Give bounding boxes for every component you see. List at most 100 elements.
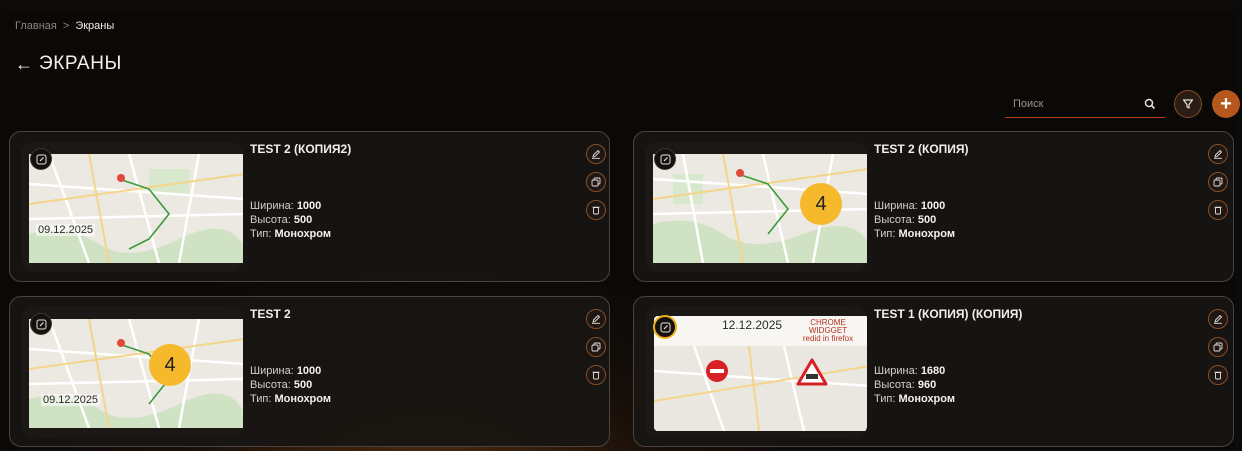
screen-props: Ширина: 1680 Высота: 960 Тип: Монохром xyxy=(874,364,955,406)
copy-button[interactable] xyxy=(1208,337,1228,357)
edit-button[interactable] xyxy=(1208,309,1228,329)
width-value: 1680 xyxy=(920,365,946,377)
screen-preview: 12.12.2025 CHROME WIDGGET redid in firef… xyxy=(645,307,867,437)
edit-icon xyxy=(660,154,670,164)
type-value: Монохром xyxy=(898,393,955,405)
delete-button[interactable] xyxy=(586,365,606,385)
preview-note: CHROME WIDGGET redid in firefox xyxy=(800,319,856,343)
copy-button[interactable] xyxy=(586,172,606,192)
height-label: Высота: xyxy=(874,379,915,391)
trash-icon xyxy=(592,206,600,215)
screen-preview: 09.12.2025 xyxy=(21,142,243,272)
screen-props: Ширина: 1000 Высота: 500 Тип: Монохром xyxy=(250,199,331,241)
width-label: Ширина: xyxy=(250,200,294,212)
edit-preview-button[interactable] xyxy=(654,148,676,170)
screen-card[interactable]: 09.12.2025 4 TEST 2 Ширина: 1000 Высота:… xyxy=(9,296,610,447)
search-box xyxy=(1005,91,1165,118)
screens-page: Главная > Экраны ← ЭКРАНЫ + xyxy=(6,11,1240,451)
breadcrumb-home[interactable]: Главная xyxy=(15,20,57,32)
preview-date: 09.12.2025 xyxy=(36,224,96,236)
width-label: Ширина: xyxy=(874,365,918,377)
type-label: Тип: xyxy=(874,393,896,405)
screen-props: Ширина: 1000 Высота: 500 Тип: Монохром xyxy=(250,364,331,406)
edit-button[interactable] xyxy=(1208,144,1228,164)
breadcrumb-current: Экраны xyxy=(75,20,115,32)
pencil-icon xyxy=(592,149,601,159)
height-value: 500 xyxy=(917,214,937,226)
edit-button[interactable] xyxy=(586,309,606,329)
preview-badge: 4 xyxy=(149,344,191,386)
screen-preview: 4 xyxy=(645,142,867,272)
screen-title: TEST 2 (КОПИЯ2) xyxy=(250,142,352,156)
type-value: Монохром xyxy=(898,228,955,240)
height-value: 960 xyxy=(917,379,937,391)
copy-icon xyxy=(1213,342,1223,352)
delete-button[interactable] xyxy=(586,200,606,220)
edit-icon xyxy=(36,154,46,164)
pencil-icon xyxy=(592,314,601,324)
trash-icon xyxy=(1214,206,1222,215)
plus-icon: + xyxy=(1220,92,1232,115)
type-value: Монохром xyxy=(274,228,331,240)
screen-card[interactable]: 09.12.2025 TEST 2 (КОПИЯ2) Ширина: 1000 … xyxy=(9,131,610,282)
type-label: Тип: xyxy=(250,393,272,405)
copy-icon xyxy=(1213,177,1223,187)
width-value: 1000 xyxy=(296,200,322,212)
map-preview: 09.12.2025 xyxy=(29,154,243,263)
height-label: Высота: xyxy=(250,379,291,391)
arrow-left-icon[interactable]: ← xyxy=(15,55,33,73)
height-label: Высота: xyxy=(250,214,291,226)
width-label: Ширина: xyxy=(874,200,918,212)
map-image xyxy=(29,154,243,263)
type-label: Тип: xyxy=(874,228,896,240)
screen-card[interactable]: 4 TEST 2 (КОПИЯ) Ширина: 1000 Высота: 50… xyxy=(633,131,1234,282)
screen-title: TEST 2 (КОПИЯ) xyxy=(874,142,969,156)
screen-props: Ширина: 1000 Высота: 500 Тип: Монохром xyxy=(874,199,955,241)
search-input[interactable] xyxy=(1005,97,1145,111)
search-icon[interactable] xyxy=(1143,97,1157,111)
delete-button[interactable] xyxy=(1208,365,1228,385)
edit-preview-button[interactable] xyxy=(30,148,52,170)
edit-preview-button[interactable] xyxy=(30,313,52,335)
map-preview: 09.12.2025 4 xyxy=(29,319,243,428)
page-header: ← ЭКРАНЫ xyxy=(15,53,122,75)
pencil-icon xyxy=(1214,314,1223,324)
add-screen-button[interactable]: + xyxy=(1212,90,1240,118)
copy-icon xyxy=(591,342,601,352)
type-label: Тип: xyxy=(250,228,272,240)
delete-button[interactable] xyxy=(1208,200,1228,220)
filter-icon xyxy=(1182,99,1194,109)
screen-card[interactable]: 12.12.2025 CHROME WIDGGET redid in firef… xyxy=(633,296,1234,447)
breadcrumb: Главная > Экраны xyxy=(15,20,114,32)
preview-date: 09.12.2025 xyxy=(41,394,101,406)
trash-icon xyxy=(592,371,600,380)
edit-preview-button[interactable] xyxy=(653,315,677,339)
edit-button[interactable] xyxy=(586,144,606,164)
note-line: redid in firefox xyxy=(802,334,854,343)
page-title: ЭКРАНЫ xyxy=(39,53,122,74)
edit-icon xyxy=(36,319,46,329)
trash-icon xyxy=(1214,371,1222,380)
preview-badge: 4 xyxy=(800,183,842,225)
map-preview: 4 xyxy=(653,154,867,263)
width-value: 1000 xyxy=(920,200,946,212)
map-preview: 12.12.2025 CHROME WIDGGET redid in firef… xyxy=(654,316,867,431)
width-label: Ширина: xyxy=(250,365,294,377)
screen-preview: 09.12.2025 4 xyxy=(21,307,243,437)
map-image xyxy=(29,319,243,428)
copy-icon xyxy=(591,177,601,187)
edit-icon xyxy=(660,322,670,332)
width-value: 1000 xyxy=(296,365,322,377)
breadcrumb-separator: > xyxy=(62,20,70,32)
filter-button[interactable] xyxy=(1174,90,1202,118)
height-value: 500 xyxy=(293,214,313,226)
height-value: 500 xyxy=(293,379,313,391)
type-value: Монохром xyxy=(274,393,331,405)
height-label: Высота: xyxy=(874,214,915,226)
screen-title: TEST 1 (КОПИЯ) (КОПИЯ) xyxy=(874,307,1023,321)
copy-button[interactable] xyxy=(1208,172,1228,192)
screen-title: TEST 2 xyxy=(250,307,291,321)
copy-button[interactable] xyxy=(586,337,606,357)
preview-date: 12.12.2025 xyxy=(722,318,783,332)
pencil-icon xyxy=(1214,149,1223,159)
